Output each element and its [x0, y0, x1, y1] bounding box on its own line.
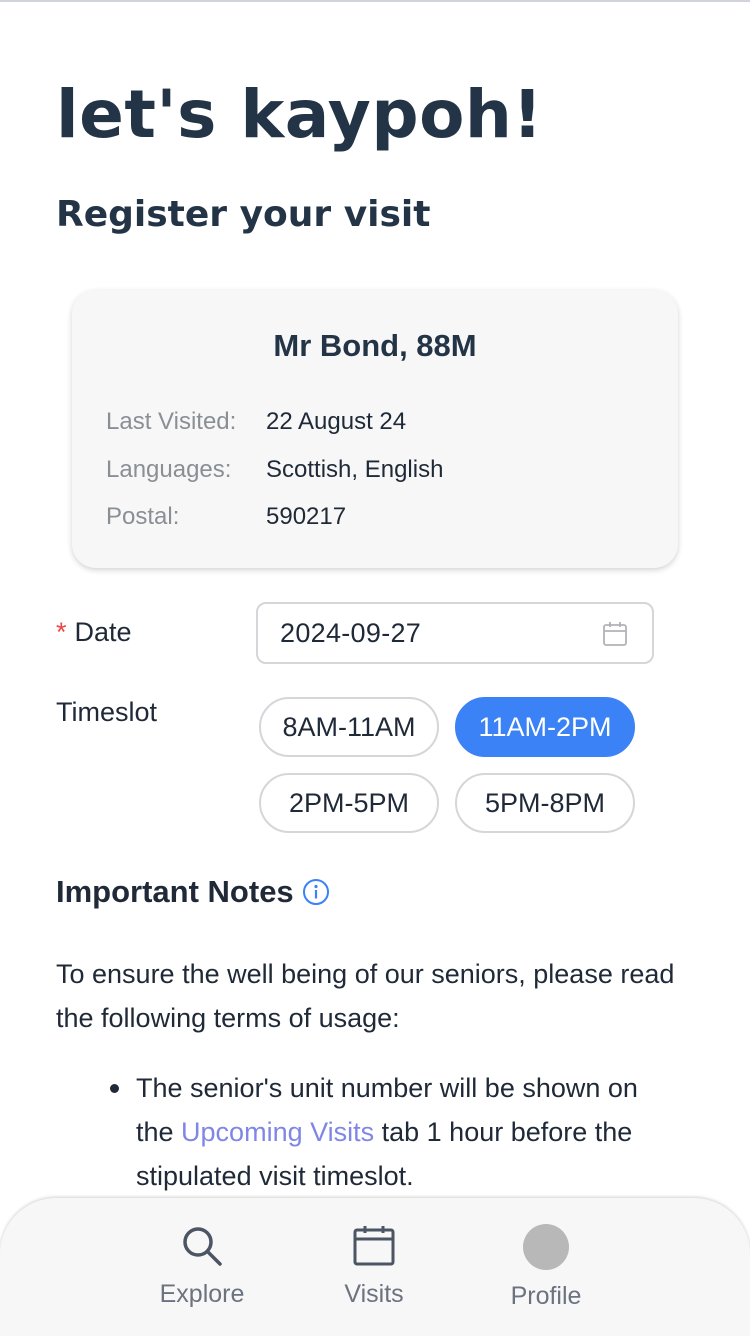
date-input-value: 2024-09-27 — [280, 618, 422, 648]
calendar-icon — [353, 1226, 395, 1266]
important-notes-text: Important Notes — [56, 874, 294, 909]
required-mark: * — [56, 617, 67, 647]
register-visit-screen: let's kaypoh! Register your visit Mr Bon… — [0, 0, 750, 1336]
nav-label-explore: Explore — [159, 1280, 245, 1308]
date-field-label: * Date — [56, 617, 132, 648]
bottom-nav: Explore Visits Profile — [0, 1198, 750, 1336]
avatar — [523, 1224, 569, 1270]
languages-label: Languages: — [106, 456, 232, 483]
timeslot-5pm-8pm[interactable]: 5PM-8PM — [455, 773, 635, 833]
info-icon[interactable] — [302, 878, 330, 906]
last-visited-value: 22 August 24 — [266, 408, 407, 435]
upcoming-visits-link[interactable]: Upcoming Visits — [181, 1117, 374, 1147]
languages-value: Scottish, English — [266, 456, 444, 483]
last-visited-label: Last Visited: — [106, 408, 237, 435]
timeslot-8am-11am[interactable]: 8AM-11AM — [259, 697, 439, 757]
senior-name: Mr Bond, 88M — [273, 328, 477, 363]
notes-intro: To ensure the well being of our seniors,… — [56, 959, 675, 1033]
senior-info-card: Mr Bond, 88M Last Visited: 22 August 24 … — [72, 290, 678, 568]
timeslot-11am-2pm[interactable]: 11AM-2PM — [455, 697, 635, 757]
page-subtitle: Register your visit — [56, 194, 431, 235]
date-label-text: Date — [74, 617, 132, 647]
nav-label-profile: Profile — [510, 1282, 582, 1310]
notes-list: The senior's unit number will be shown o… — [110, 1066, 666, 1198]
nav-item-explore[interactable]: Explore — [132, 1224, 272, 1324]
nav-item-profile[interactable]: Profile — [476, 1224, 616, 1324]
date-input[interactable]: 2024-09-27 — [256, 602, 654, 664]
nav-item-visits[interactable]: Visits — [304, 1224, 444, 1324]
app-title: let's kaypoh! — [56, 76, 543, 153]
timeslot-2pm-5pm[interactable]: 2PM-5PM — [259, 773, 439, 833]
bullet-dot — [110, 1084, 119, 1093]
postal-value: 590217 — [266, 503, 347, 530]
calendar-icon[interactable] — [602, 621, 628, 647]
list-item: The senior's unit number will be shown o… — [110, 1066, 666, 1198]
nav-label-visits: Visits — [344, 1280, 404, 1308]
important-notes-heading: Important Notes — [56, 874, 330, 910]
postal-label: Postal: — [106, 503, 180, 530]
search-icon — [183, 1227, 222, 1266]
timeslot-label: Timeslot — [56, 697, 158, 727]
